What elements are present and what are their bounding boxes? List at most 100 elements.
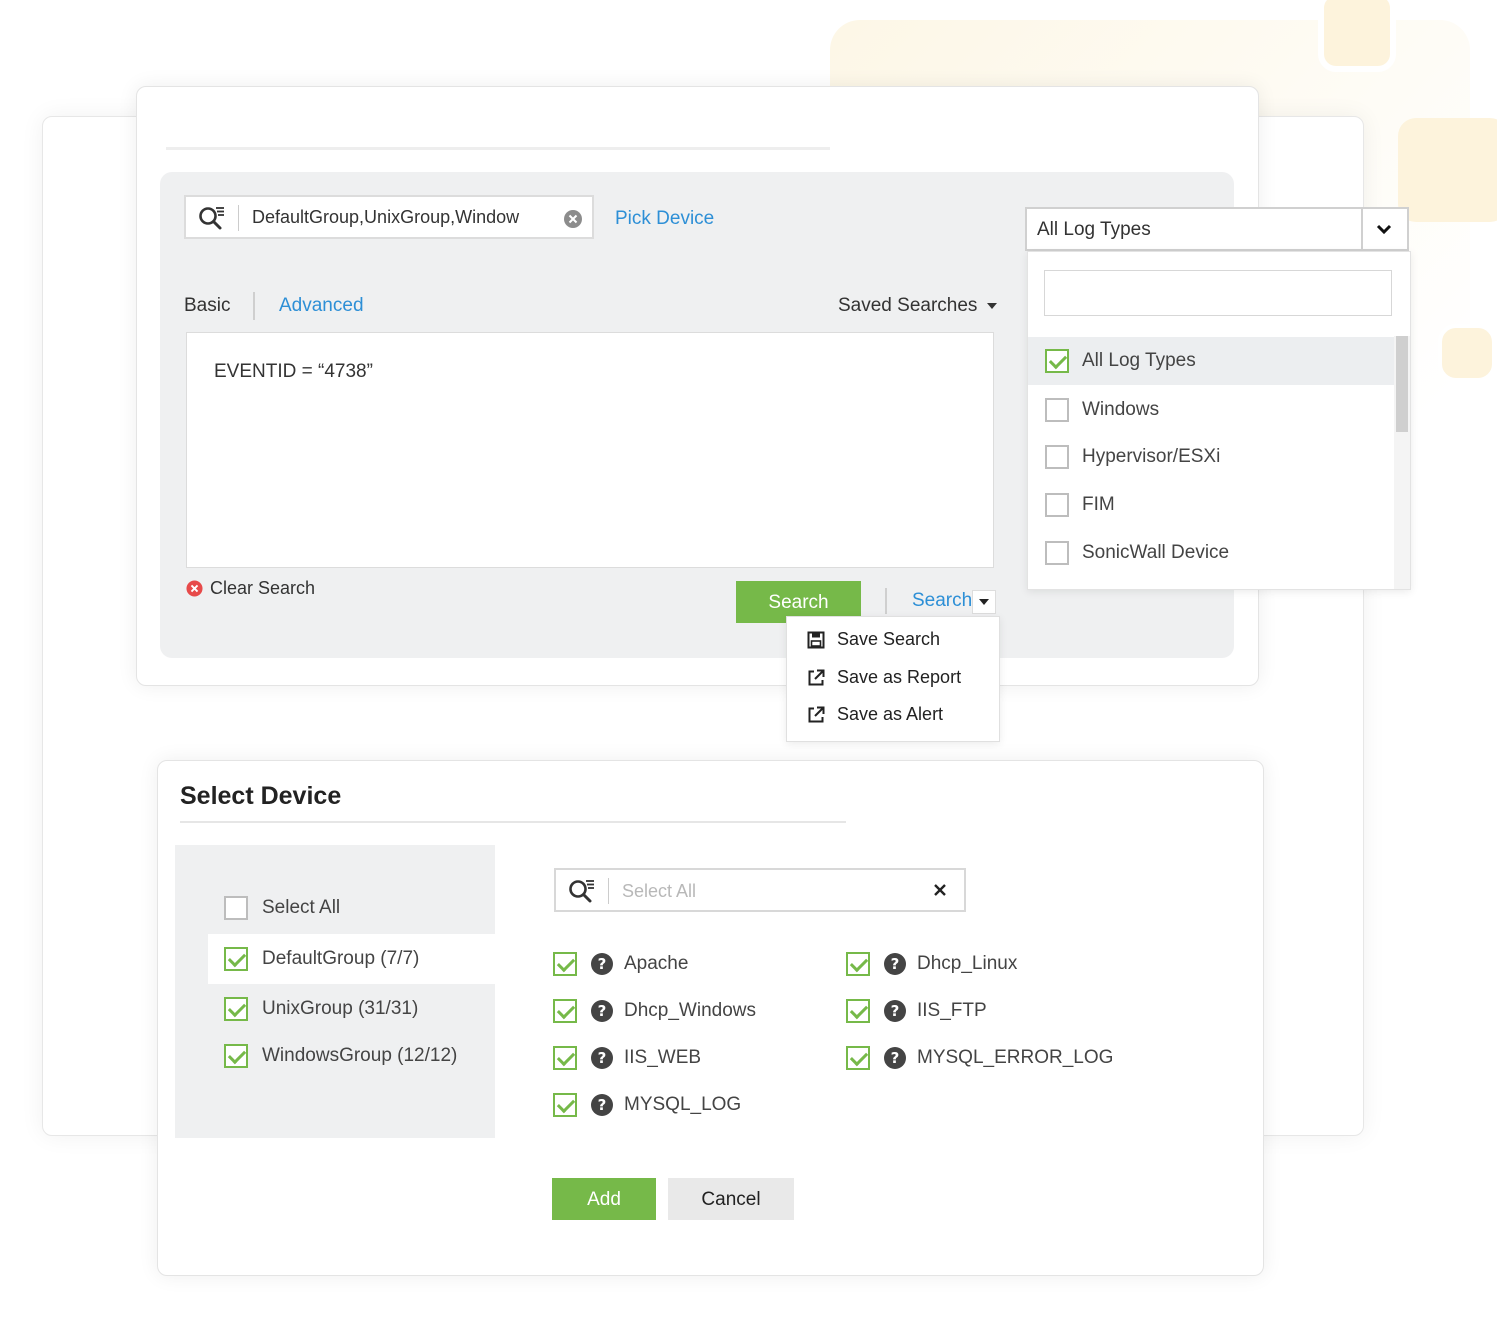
- log-type-option[interactable]: SonicWall Device: [1028, 529, 1394, 577]
- pick-device-link[interactable]: Pick Device: [615, 208, 714, 230]
- checkbox[interactable]: [553, 1093, 577, 1117]
- split-search-link[interactable]: Search: [912, 590, 972, 612]
- checkbox[interactable]: [553, 999, 577, 1023]
- decor-square: [1438, 324, 1496, 382]
- caret-down-icon: [979, 599, 989, 605]
- group-item-unixgroup[interactable]: UnixGroup (31/31): [224, 984, 418, 1034]
- checkbox[interactable]: [846, 999, 870, 1023]
- svg-text:?: ?: [891, 955, 900, 973]
- checkbox[interactable]: [224, 947, 248, 971]
- tab-advanced[interactable]: Advanced: [279, 295, 364, 317]
- separator: [885, 588, 887, 614]
- save-options-menu: Save Search Save as Report Save as Alert: [786, 616, 1000, 742]
- separator: [608, 878, 609, 904]
- device-item-iis-web[interactable]: ? IIS_WEB: [553, 1043, 701, 1073]
- device-search-value[interactable]: DefaultGroup,UnixGroup,Window: [252, 207, 519, 228]
- log-types-selected: All Log Types: [1037, 219, 1151, 240]
- option-label: Windows: [1082, 399, 1160, 420]
- device-item-iis-ftp[interactable]: ? IIS_FTP: [846, 996, 987, 1026]
- checkbox[interactable]: [553, 952, 577, 976]
- help-circle-icon: ?: [591, 1000, 613, 1022]
- help-circle-icon: ?: [884, 953, 906, 975]
- device-item-mysql-log[interactable]: ? MYSQL_LOG: [553, 1090, 741, 1120]
- log-types-list: All Log Types Windows Hypervisor/ESXi FI…: [1027, 251, 1411, 590]
- saved-searches-label: Saved Searches: [838, 295, 978, 316]
- device-item-dhcp-windows[interactable]: ? Dhcp_Windows: [553, 996, 756, 1026]
- log-types-filter-input[interactable]: [1044, 270, 1392, 316]
- divider: [180, 821, 846, 823]
- menu-item-save-as-report[interactable]: Save as Report: [807, 667, 961, 688]
- group-item-select-all[interactable]: Select All: [224, 883, 340, 933]
- checkbox[interactable]: [553, 1046, 577, 1070]
- device-item-apache[interactable]: ? Apache: [553, 949, 688, 979]
- checkbox[interactable]: [224, 1044, 248, 1068]
- tab-separator: [253, 292, 255, 320]
- query-editor[interactable]: EVENTID = “4738”: [186, 332, 994, 568]
- svg-text:?: ?: [891, 1002, 900, 1020]
- clear-search-label: Clear Search: [210, 578, 316, 598]
- device-label: MYSQL_LOG: [624, 1094, 742, 1115]
- group-label: DefaultGroup (7/7): [262, 948, 420, 969]
- external-link-icon: [808, 706, 825, 722]
- svg-text:?: ?: [598, 1049, 607, 1067]
- chevron-down-icon: [1376, 224, 1392, 235]
- clear-red-icon: [186, 580, 203, 597]
- checkbox[interactable]: [846, 1046, 870, 1070]
- checkbox[interactable]: [224, 997, 248, 1021]
- device-search-box[interactable]: DefaultGroup,UnixGroup,Window: [184, 195, 594, 239]
- device-filter-box[interactable]: [554, 868, 966, 912]
- svg-text:?: ?: [891, 1049, 900, 1067]
- search-options-toggle[interactable]: [972, 590, 996, 614]
- decor-square: [1398, 118, 1497, 222]
- cancel-button[interactable]: Cancel: [668, 1178, 794, 1220]
- search-filter-icon: [569, 880, 594, 903]
- help-circle-icon: ?: [884, 1047, 906, 1069]
- add-button[interactable]: Add: [552, 1178, 656, 1220]
- log-type-option[interactable]: Windows: [1028, 386, 1394, 434]
- tab-basic[interactable]: Basic: [184, 295, 230, 317]
- device-item-mysql-error-log[interactable]: ? MYSQL_ERROR_LOG: [846, 1043, 1113, 1073]
- log-types-toggle[interactable]: [1361, 209, 1407, 249]
- close-icon[interactable]: [930, 880, 950, 900]
- checkbox[interactable]: [846, 952, 870, 976]
- group-label: Select All: [262, 897, 341, 918]
- help-circle-icon: ?: [591, 1047, 613, 1069]
- scrollbar-thumb[interactable]: [1396, 336, 1408, 432]
- menu-item-save-as-alert[interactable]: Save as Alert: [807, 704, 943, 725]
- option-label: Hypervisor/ESXi: [1082, 446, 1221, 467]
- menu-item-label: Save as Report: [837, 667, 962, 687]
- checkbox[interactable]: [224, 896, 248, 920]
- device-label: Dhcp_Windows: [624, 1000, 756, 1021]
- checkbox[interactable]: [1045, 541, 1069, 565]
- help-circle-icon: ?: [591, 1094, 613, 1116]
- search-filter-icon: [199, 207, 224, 230]
- log-type-option[interactable]: Hypervisor/ESXi: [1028, 433, 1394, 481]
- group-item-windowsgroup[interactable]: WindowsGroup (12/12): [224, 1031, 457, 1081]
- separator: [238, 205, 239, 231]
- checkbox[interactable]: [1045, 349, 1069, 373]
- select-device-title: Select Device: [180, 782, 342, 810]
- checkbox[interactable]: [1045, 398, 1069, 422]
- scrollbar[interactable]: [1394, 336, 1410, 589]
- group-item-defaultgroup[interactable]: DefaultGroup (7/7): [224, 934, 419, 984]
- log-type-option[interactable]: All Log Types: [1028, 337, 1394, 385]
- decor-square: [1318, 0, 1396, 72]
- option-label: SonicWall Device: [1082, 542, 1230, 563]
- external-link-icon: [808, 669, 825, 685]
- device-filter-input[interactable]: [620, 877, 924, 905]
- divider: [166, 147, 830, 150]
- log-types-select[interactable]: All Log Types: [1025, 207, 1409, 251]
- checkbox[interactable]: [1045, 493, 1069, 517]
- device-item-dhcp-linux[interactable]: ? Dhcp_Linux: [846, 949, 1017, 979]
- query-text: EVENTID = “4738”: [214, 361, 373, 382]
- help-circle-icon: ?: [884, 1000, 906, 1022]
- clear-circle-icon[interactable]: [563, 209, 583, 229]
- menu-item-label: Save as Alert: [837, 704, 944, 724]
- log-type-option[interactable]: FIM: [1028, 481, 1394, 529]
- caret-down-icon: [987, 302, 998, 309]
- svg-text:?: ?: [598, 1002, 607, 1020]
- saved-searches-dropdown[interactable]: Saved Searches: [838, 295, 998, 317]
- checkbox[interactable]: [1045, 445, 1069, 469]
- menu-item-save-search[interactable]: Save Search: [807, 629, 940, 650]
- clear-search-link[interactable]: Clear Search: [186, 578, 315, 599]
